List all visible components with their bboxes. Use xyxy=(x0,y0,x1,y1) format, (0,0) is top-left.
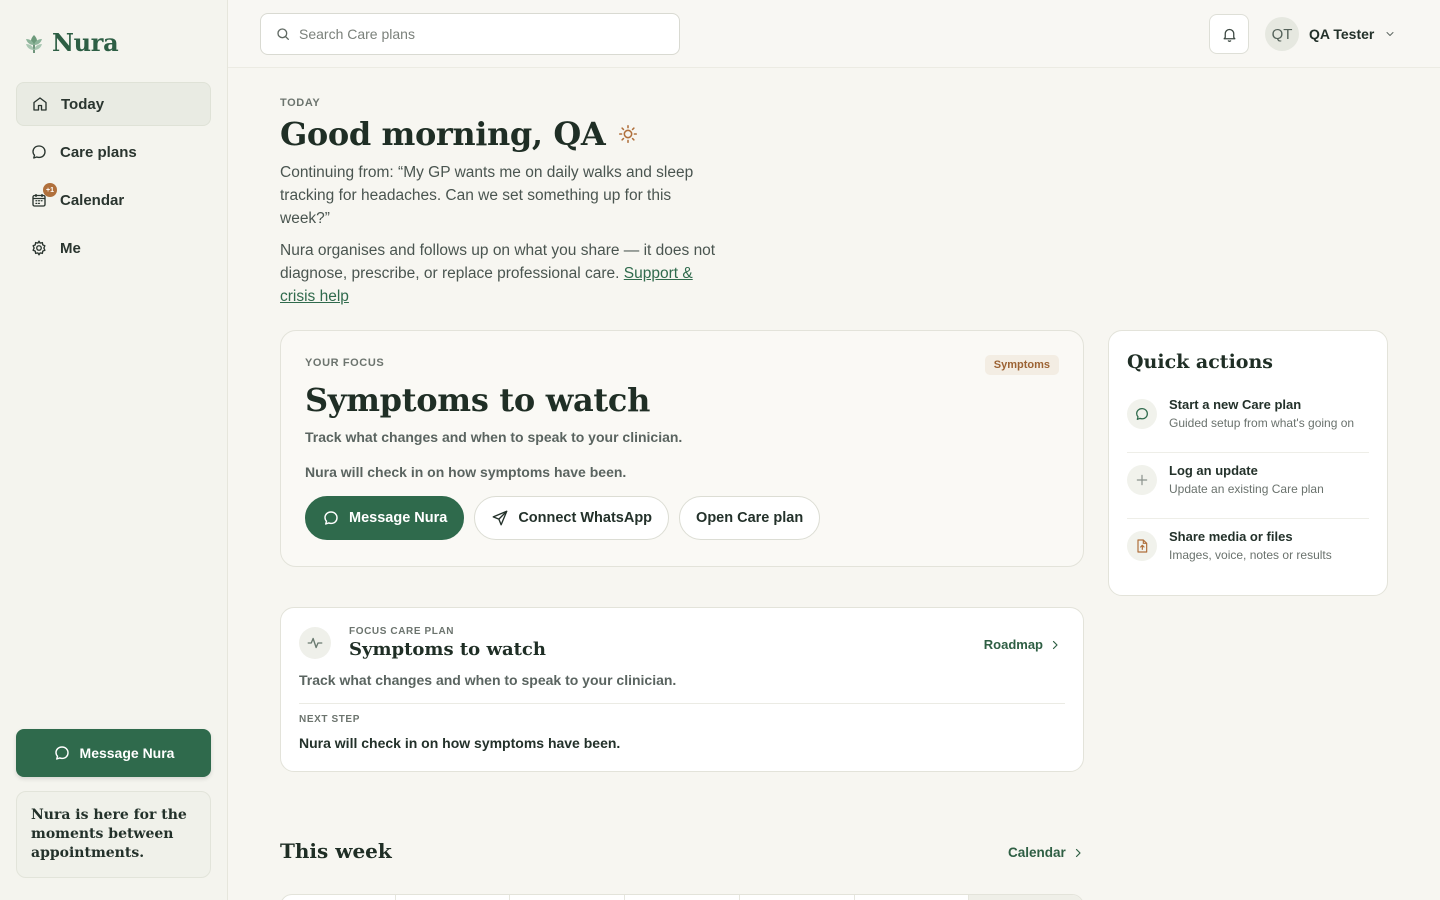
week-day-cell[interactable] xyxy=(740,895,855,900)
sidebar-item-care-plans[interactable]: Care plans xyxy=(16,130,211,174)
sidebar-item-today[interactable]: Today xyxy=(16,82,211,126)
sidebar-item-label: Care plans xyxy=(60,143,137,161)
home-icon xyxy=(33,97,47,111)
chat-icon xyxy=(324,511,338,525)
quick-action-title: Log an update xyxy=(1169,463,1258,478)
calendar-link[interactable]: Calendar xyxy=(1008,845,1084,860)
activity-icon xyxy=(299,627,331,659)
gear-icon xyxy=(32,240,46,256)
plan-eyebrow: FOCUS CARE PLAN xyxy=(349,626,455,637)
user-name: QA Tester xyxy=(1309,26,1375,42)
quick-action-share-media[interactable]: Share media or files Images, voice, note… xyxy=(1127,519,1369,585)
focus-care-plan-card[interactable]: FOCUS CARE PLAN Symptoms to watch Roadma… xyxy=(280,607,1084,772)
plan-title: Symptoms to watch xyxy=(349,639,546,660)
connect-whatsapp-label: Connect WhatsApp xyxy=(518,510,653,526)
notifications-button[interactable] xyxy=(1209,14,1249,54)
avatar: QT xyxy=(1265,17,1299,51)
quick-action-title: Start a new Care plan xyxy=(1169,397,1302,412)
send-icon xyxy=(492,510,508,526)
bell-icon xyxy=(1223,28,1235,42)
sidebar-item-label: Me xyxy=(60,239,81,257)
greeting-eyebrow: TODAY xyxy=(280,97,321,109)
chat-icon xyxy=(1127,399,1157,429)
week-day-cell[interactable] xyxy=(396,895,511,900)
sidebar-item-label: Today xyxy=(61,95,105,113)
week-day-cell[interactable] xyxy=(510,895,626,900)
sidebar-note: Nura is here for the moments between app… xyxy=(16,791,211,878)
chevron-down-icon xyxy=(1386,32,1394,36)
brand-name: Nura xyxy=(52,28,119,57)
user-menu[interactable]: QT QA Tester xyxy=(1265,17,1396,51)
chat-icon xyxy=(54,746,69,760)
quick-actions-title: Quick actions xyxy=(1127,351,1273,373)
plan-header: FOCUS CARE PLAN Symptoms to watch xyxy=(299,626,1065,660)
page-title: Good morning, QA xyxy=(280,115,606,153)
search-input[interactable] xyxy=(299,26,659,42)
week-day-cell[interactable] xyxy=(281,895,396,900)
focus-title: Symptoms to watch xyxy=(305,381,651,419)
week-day-cell[interactable] xyxy=(855,895,970,900)
sidebar: Nura Today Care plans +1 Calendar Me Mes… xyxy=(0,0,228,900)
sidebar-item-calendar[interactable]: +1 Calendar xyxy=(16,178,211,222)
quick-action-subtitle: Update an existing Care plan xyxy=(1169,482,1324,496)
week-day-cell[interactable] xyxy=(969,895,1083,900)
quick-actions-panel: Quick actions Start a new Care plan Guid… xyxy=(1108,330,1388,596)
quick-action-subtitle: Guided setup from what's going on xyxy=(1169,416,1355,430)
plus-icon xyxy=(1127,465,1157,495)
sidebar-item-label: Calendar xyxy=(60,191,125,209)
file-upload-icon xyxy=(1127,531,1157,561)
focus-note: Nura will check in on how symptoms have … xyxy=(305,464,627,480)
focus-tag: Symptoms xyxy=(984,355,1059,375)
continuing-text: Continuing from: “My GP wants me on dail… xyxy=(280,164,694,227)
chevron-right-icon xyxy=(1075,848,1081,857)
chevron-right-icon xyxy=(1052,640,1058,649)
roadmap-link[interactable]: Roadmap xyxy=(984,637,1061,652)
sidebar-item-me[interactable]: Me xyxy=(16,226,211,270)
next-step-label: NEXT STEP xyxy=(299,714,360,725)
quick-action-title: Share media or files xyxy=(1169,529,1293,544)
disclaimer-paragraph: Nura organises and follows up on what yo… xyxy=(280,239,720,308)
week-strip xyxy=(280,894,1084,900)
calendar-badge: +1 xyxy=(43,183,57,197)
quick-action-log-update[interactable]: Log an update Update an existing Care pl… xyxy=(1127,453,1369,519)
top-bar: QT QA Tester xyxy=(228,0,1440,68)
next-step-text: Nura will check in on how symptoms have … xyxy=(299,735,621,751)
message-nura-label: Message Nura xyxy=(349,510,448,526)
focus-card: YOUR FOCUS Symptoms Symptoms to watch Tr… xyxy=(280,330,1084,567)
focus-actions: Message Nura Connect WhatsApp Open Care … xyxy=(305,496,1059,540)
open-care-plan-button[interactable]: Open Care plan xyxy=(679,496,821,540)
quick-action-new-plan[interactable]: Start a new Care plan Guided setup from … xyxy=(1127,387,1369,453)
sun-icon xyxy=(619,124,638,144)
plan-subtitle: Track what changes and when to speak to … xyxy=(299,672,1065,704)
chat-icon xyxy=(32,145,46,159)
sidebar-message-label: Message Nura xyxy=(79,745,175,761)
calendar-link-label: Calendar xyxy=(1008,845,1066,860)
intro-text: Continuing from: “My GP wants me on dail… xyxy=(280,161,720,308)
roadmap-label: Roadmap xyxy=(983,637,1043,652)
this-week-heading: This week xyxy=(280,839,392,863)
message-nura-button[interactable]: Message Nura xyxy=(305,496,465,540)
focus-subtitle: Track what changes and when to speak to … xyxy=(305,429,683,445)
sidebar-message-button[interactable]: Message Nura xyxy=(16,729,211,777)
search-icon xyxy=(277,28,289,40)
search-box[interactable] xyxy=(260,13,680,55)
leaf-logo-icon xyxy=(26,34,42,53)
greeting: Good morning, QA xyxy=(280,115,639,153)
sidebar-nav: Today Care plans +1 Calendar Me xyxy=(16,82,211,274)
connect-whatsapp-button[interactable]: Connect WhatsApp xyxy=(474,496,670,540)
open-care-plan-label: Open Care plan xyxy=(696,510,804,526)
quick-action-subtitle: Images, voice, notes or results xyxy=(1169,548,1332,562)
brand[interactable]: Nura xyxy=(24,28,119,57)
week-day-cell[interactable] xyxy=(625,895,740,900)
focus-eyebrow: YOUR FOCUS xyxy=(305,357,385,369)
